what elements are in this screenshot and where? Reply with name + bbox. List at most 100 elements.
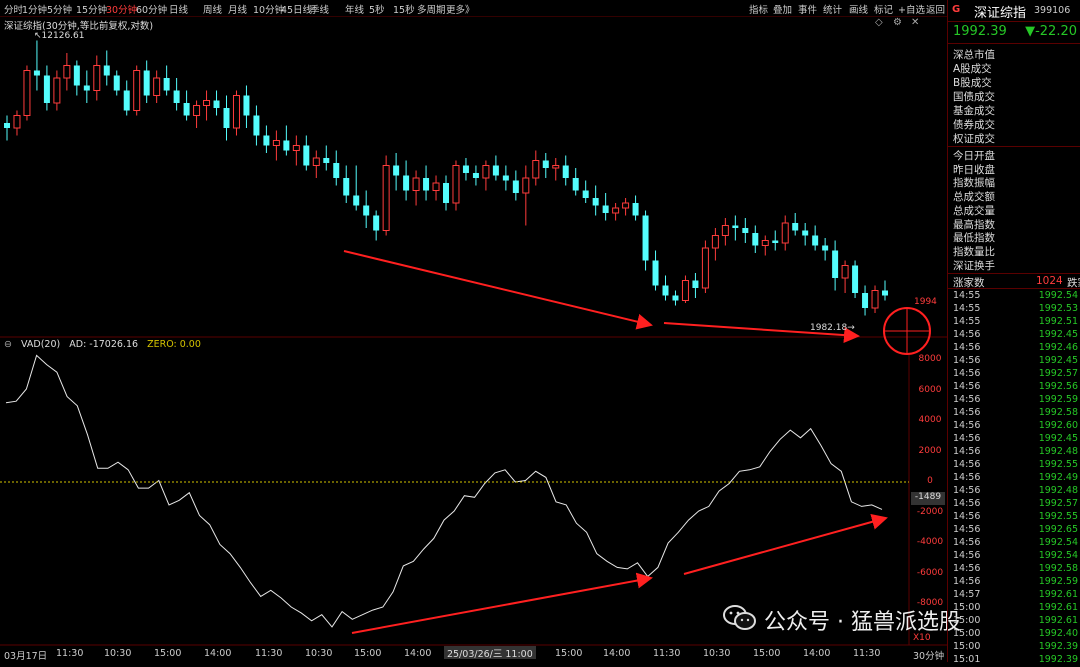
tick-row: 14:57 1992.61 — [948, 589, 1080, 602]
tick-price: 1992.56 — [1038, 381, 1078, 392]
candle-body — [183, 103, 190, 116]
candle-body — [512, 180, 519, 193]
candle-body — [123, 90, 130, 111]
tick-time: 14:55 — [953, 303, 981, 314]
chart-canvas[interactable] — [0, 0, 947, 662]
tick-price: 1992.39 — [1038, 654, 1078, 665]
annotation-arrow — [343, 250, 653, 330]
candle-body — [382, 165, 390, 231]
vad-y-tick-label: 8000 — [918, 354, 942, 364]
tick-price: 1992.54 — [1038, 290, 1078, 301]
tick-row: 14:56 1992.48 — [948, 485, 1080, 498]
candle-body — [23, 70, 31, 116]
sidebar-field-label: B股成交 — [953, 77, 992, 89]
high-marker: ↖12126.61 — [34, 31, 85, 41]
tick-time: 14:56 — [953, 459, 981, 470]
candle-body — [203, 100, 211, 106]
tick-price: 1992.45 — [1038, 329, 1078, 340]
tick-row: 15:00 1992.40 — [948, 628, 1080, 641]
tick-price: 1992.54 — [1038, 550, 1078, 561]
candle-body — [443, 183, 449, 203]
index-name: 深证综指 — [974, 6, 1027, 21]
candle-body — [303, 145, 310, 166]
candle-body — [761, 240, 769, 246]
tick-time: 15:00 — [953, 628, 981, 639]
tick-price: 1992.45 — [1038, 433, 1078, 444]
annotation-arrow — [683, 514, 888, 575]
tick-time: 14:56 — [953, 576, 981, 587]
tick-price: 1992.49 — [1038, 472, 1078, 483]
candle-body — [582, 190, 589, 198]
candle-body — [363, 205, 370, 216]
sidebar-field-label: 深证换手 — [953, 259, 995, 272]
tick-time: 14:56 — [953, 485, 981, 496]
candle-body — [752, 233, 759, 246]
vad-y-tick-label: 4000 — [918, 415, 942, 425]
tick-time: 14:55 — [953, 290, 981, 301]
candle-body — [781, 222, 789, 244]
index-change: ▼-22.20 — [1025, 24, 1077, 39]
candle-body — [662, 285, 669, 296]
candle-body — [472, 173, 479, 178]
vad-legend-icon[interactable]: ⊖ — [4, 339, 12, 350]
tick-time: 14:56 — [953, 381, 981, 392]
tick-row: 14:56 1992.58 — [948, 407, 1080, 420]
tick-row: 14:55 1992.53 — [948, 303, 1080, 316]
sidebar-header: G 深证综指 399106 — [948, 0, 1080, 22]
candle-body — [113, 75, 120, 91]
candle-body — [412, 177, 420, 191]
vad-zero-label: ZERO: 0.00 — [147, 339, 201, 350]
tick-time: 14:56 — [953, 537, 981, 548]
candle-body — [772, 240, 779, 243]
tick-time: 14:55 — [953, 316, 981, 327]
vad-y-tick-label: -6000 — [916, 567, 944, 578]
tick-price: 1992.59 — [1038, 576, 1078, 587]
vad-ad-label: AD: -17026.16 — [69, 339, 139, 350]
tick-row: 14:56 1992.46 — [948, 342, 1080, 355]
candle-body — [133, 70, 141, 111]
tick-time: 14:56 — [953, 329, 981, 340]
candle-body — [73, 65, 80, 86]
candle-body — [353, 195, 360, 206]
tick-row: 14:56 1992.45 — [948, 433, 1080, 446]
x-tick-label: 14:00 — [404, 648, 432, 659]
tick-row: 14:56 1992.57 — [948, 368, 1080, 381]
tick-time: 14:56 — [953, 394, 981, 405]
x-tick-label: 11:30 — [56, 648, 84, 659]
candle-body — [403, 175, 410, 191]
candle-body — [832, 250, 839, 278]
candle-body — [592, 198, 599, 206]
tick-row: 14:55 1992.54 — [948, 290, 1080, 303]
candle-body — [312, 157, 320, 166]
tick-row: 14:55 1992.51 — [948, 316, 1080, 329]
candle-body — [173, 90, 180, 103]
tick-time: 15:00 — [953, 641, 981, 652]
tick-price: 1992.59 — [1038, 394, 1078, 405]
tick-time: 15:00 — [953, 602, 981, 613]
candle-body — [542, 160, 549, 168]
low-marker: 1982.18→ — [810, 323, 855, 333]
tick-price: 1992.53 — [1038, 303, 1078, 314]
tick-time: 14:56 — [953, 472, 981, 483]
candle-body — [272, 140, 280, 146]
tick-time: 14:56 — [953, 498, 981, 509]
x-tick-label: 10:30 — [104, 648, 132, 659]
tick-price: 1992.61 — [1038, 602, 1078, 613]
x-tick-label: 15:00 — [753, 648, 781, 659]
vad-y-tick-label: 6000 — [918, 384, 942, 395]
tick-row: 14:56 1992.59 — [948, 576, 1080, 589]
sidebar-field-label: 国债成交 — [953, 91, 995, 103]
x-tick-label: 11:30 — [853, 648, 881, 659]
candle-body — [701, 247, 709, 289]
candle-body — [53, 77, 61, 104]
tick-row: 14:56 1992.48 — [948, 446, 1080, 459]
candle-body — [522, 177, 530, 194]
x-tick-label: 14:00 — [803, 648, 831, 659]
candle-body — [393, 165, 400, 176]
candle-body — [642, 215, 649, 261]
candle-body — [143, 70, 150, 96]
x-tick-label: 15:00 — [555, 648, 583, 659]
tick-time: 14:56 — [953, 446, 981, 457]
candle-body — [692, 280, 699, 288]
candle-body — [632, 203, 639, 216]
